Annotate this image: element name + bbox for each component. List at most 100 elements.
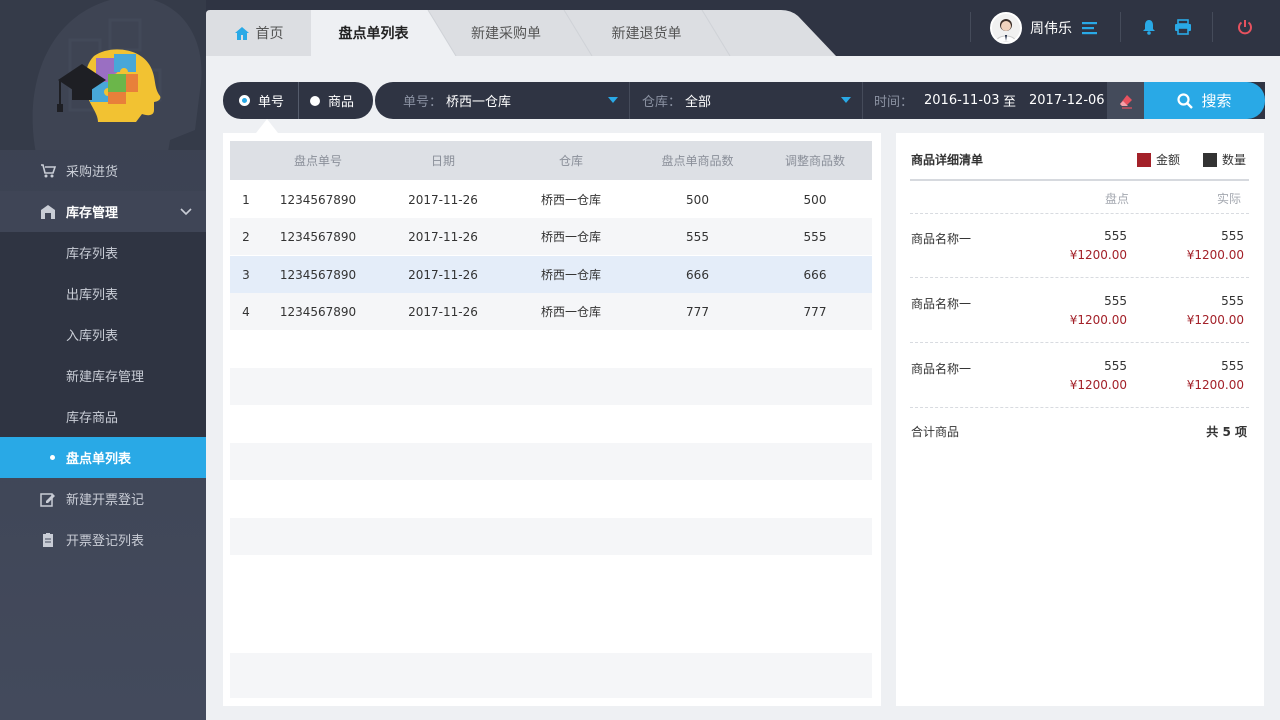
item-name: 商品名称一 xyxy=(911,232,972,246)
sidebar-item-outbound-list[interactable]: 出库列表 xyxy=(0,273,206,314)
column-header: 日期 xyxy=(430,154,455,168)
total-value: 共 5 项 xyxy=(1206,425,1247,439)
clipboard-icon xyxy=(40,532,56,548)
tab-label: 盘点单列表 xyxy=(338,26,409,42)
field-value: 全部 xyxy=(685,95,712,110)
table-row[interactable]: 2 1234567890 2017-11-26 桥西一仓库 555 555 xyxy=(230,218,872,255)
divider xyxy=(1120,12,1121,42)
sidebar-item-stocktake-list[interactable]: 盘点单列表 xyxy=(0,437,206,478)
tab-home[interactable]: 首页 xyxy=(206,10,311,56)
empty-row-stripe xyxy=(230,518,872,555)
cell-adjust: 500 xyxy=(803,192,827,207)
column-header-actual: 实际 xyxy=(1217,192,1242,206)
user-menu[interactable]: 周伟乐 xyxy=(990,12,1098,44)
empty-row-stripe xyxy=(230,653,872,698)
column-header-check: 盘点 xyxy=(1105,192,1130,206)
empty-row-stripe xyxy=(230,443,872,480)
sidebar-item-label: 出库列表 xyxy=(66,288,119,303)
cell-index: 4 xyxy=(242,304,250,319)
logo-area xyxy=(0,0,206,150)
logo xyxy=(57,49,161,122)
printer-icon[interactable] xyxy=(1174,19,1192,35)
cell-order-no: 1234567890 xyxy=(279,267,357,282)
sidebar-item-label: 新建开票登记 xyxy=(66,493,145,508)
table-row[interactable]: 4 1234567890 2017-11-26 桥西一仓库 777 777 xyxy=(230,293,872,330)
divider xyxy=(298,82,299,119)
detail-panel: 商品详细清单 金额 数量 盘点 实际 商品名称一 555 ¥1200.00 55… xyxy=(896,133,1264,706)
cell-warehouse: 桥西一仓库 xyxy=(540,268,601,282)
sidebar-item-label: 库存商品 xyxy=(66,411,119,426)
caret-down-icon[interactable] xyxy=(841,97,851,103)
edit-icon xyxy=(40,491,56,507)
divider xyxy=(910,213,1249,214)
divider xyxy=(910,407,1249,408)
radio-label: 单号 xyxy=(258,95,285,110)
legend-label: 数量 xyxy=(1222,153,1247,167)
field-label: 仓库： xyxy=(642,95,682,110)
quantity-swatch xyxy=(1203,152,1217,167)
legend-amount: 金额 xyxy=(1137,151,1180,168)
item-name: 商品名称一 xyxy=(911,362,972,376)
search-mode-toggle: 单号 商品 xyxy=(223,82,373,119)
divider xyxy=(1212,12,1213,42)
field-value: 2016-11-03 xyxy=(924,93,1000,108)
tab-stocktake-list[interactable]: 盘点单列表 xyxy=(311,10,436,56)
cell-date: 2017-11-26 xyxy=(408,229,478,244)
empty-row-stripe xyxy=(230,368,872,405)
menu-lines-icon[interactable] xyxy=(1082,21,1098,35)
order-no-select[interactable]: 单号： 桥西一仓库 xyxy=(403,82,511,119)
search-button-label: 搜索 xyxy=(1201,92,1232,110)
field-value: 桥西一仓库 xyxy=(446,95,512,110)
bell-icon[interactable] xyxy=(1142,19,1156,35)
column-header: 仓库 xyxy=(558,154,583,168)
item-actual-amount: ¥1200.00 xyxy=(1186,248,1244,262)
clear-button[interactable] xyxy=(1107,82,1144,119)
divider xyxy=(910,342,1249,343)
item-check-amount: ¥1200.00 xyxy=(1069,378,1127,392)
search-button[interactable]: 搜索 xyxy=(1144,82,1265,119)
table-row[interactable]: 1 1234567890 2017-11-26 桥西一仓库 500 500 xyxy=(230,181,872,218)
radio-unchecked-icon xyxy=(310,95,320,106)
table-header: 盘点单号 日期 仓库 盘点单商品数 调整商品数 xyxy=(230,141,872,180)
tab-new-purchase[interactable]: 新建采购单 xyxy=(446,10,566,56)
divider xyxy=(910,179,1249,181)
tab-new-return[interactable]: 新建退货单 xyxy=(584,10,709,56)
cart-icon xyxy=(40,163,56,179)
detail-title: 商品详细清单 xyxy=(911,153,984,167)
sidebar-item-stock-list[interactable]: 库存列表 xyxy=(0,232,206,273)
tab-label: 新建采购单 xyxy=(471,26,541,42)
sidebar-item-label: 盘点单列表 xyxy=(66,452,132,467)
sidebar-item-stock-goods[interactable]: 库存商品 xyxy=(0,396,206,437)
cell-date: 2017-11-26 xyxy=(408,267,478,282)
item-actual-amount: ¥1200.00 xyxy=(1186,313,1244,327)
column-header: 盘点单商品数 xyxy=(661,154,734,168)
sidebar-item-purchase[interactable]: 采购进货 xyxy=(0,150,206,191)
home-icon xyxy=(234,26,250,41)
caret-down-icon[interactable] xyxy=(608,97,618,103)
radio-checked-icon xyxy=(239,95,250,106)
date-to-input[interactable]: 2017-12-06 xyxy=(1025,82,1105,119)
radio-product[interactable]: 商品 xyxy=(310,82,354,119)
radio-order-no[interactable]: 单号 xyxy=(239,82,284,119)
item-check-amount: ¥1200.00 xyxy=(1069,313,1127,327)
date-from-input[interactable]: 2016-11-03 xyxy=(920,82,1000,119)
sidebar-item-new-invoice[interactable]: 新建开票登记 xyxy=(0,478,206,519)
cell-date: 2017-11-26 xyxy=(408,192,478,207)
cell-count: 500 xyxy=(686,192,709,207)
total-label: 合计商品 xyxy=(911,425,960,439)
item-check-qty: 555 xyxy=(1104,294,1127,308)
warehouse-select[interactable]: 仓库： 全部 xyxy=(642,82,711,119)
chevron-down-icon xyxy=(180,205,192,220)
column-header: 调整商品数 xyxy=(784,154,845,168)
sidebar-item-inbound-list[interactable]: 入库列表 xyxy=(0,314,206,355)
inventory-submenu: 库存列表 出库列表 入库列表 新建库存管理 库存商品 盘点单列表 xyxy=(0,232,206,478)
cell-index: 2 xyxy=(242,229,250,244)
item-check-qty: 555 xyxy=(1104,359,1127,373)
sidebar-item-invoice-list[interactable]: 开票登记列表 xyxy=(0,519,206,560)
power-icon[interactable] xyxy=(1237,19,1253,35)
username: 周伟乐 xyxy=(1030,21,1072,37)
table-row[interactable]: 3 1234567890 2017-11-26 桥西一仓库 666 666 xyxy=(230,256,872,293)
sidebar-item-inventory[interactable]: 库存管理 xyxy=(0,191,206,232)
pointer-triangle xyxy=(256,119,278,133)
sidebar-item-new-stock[interactable]: 新建库存管理 xyxy=(0,355,206,396)
